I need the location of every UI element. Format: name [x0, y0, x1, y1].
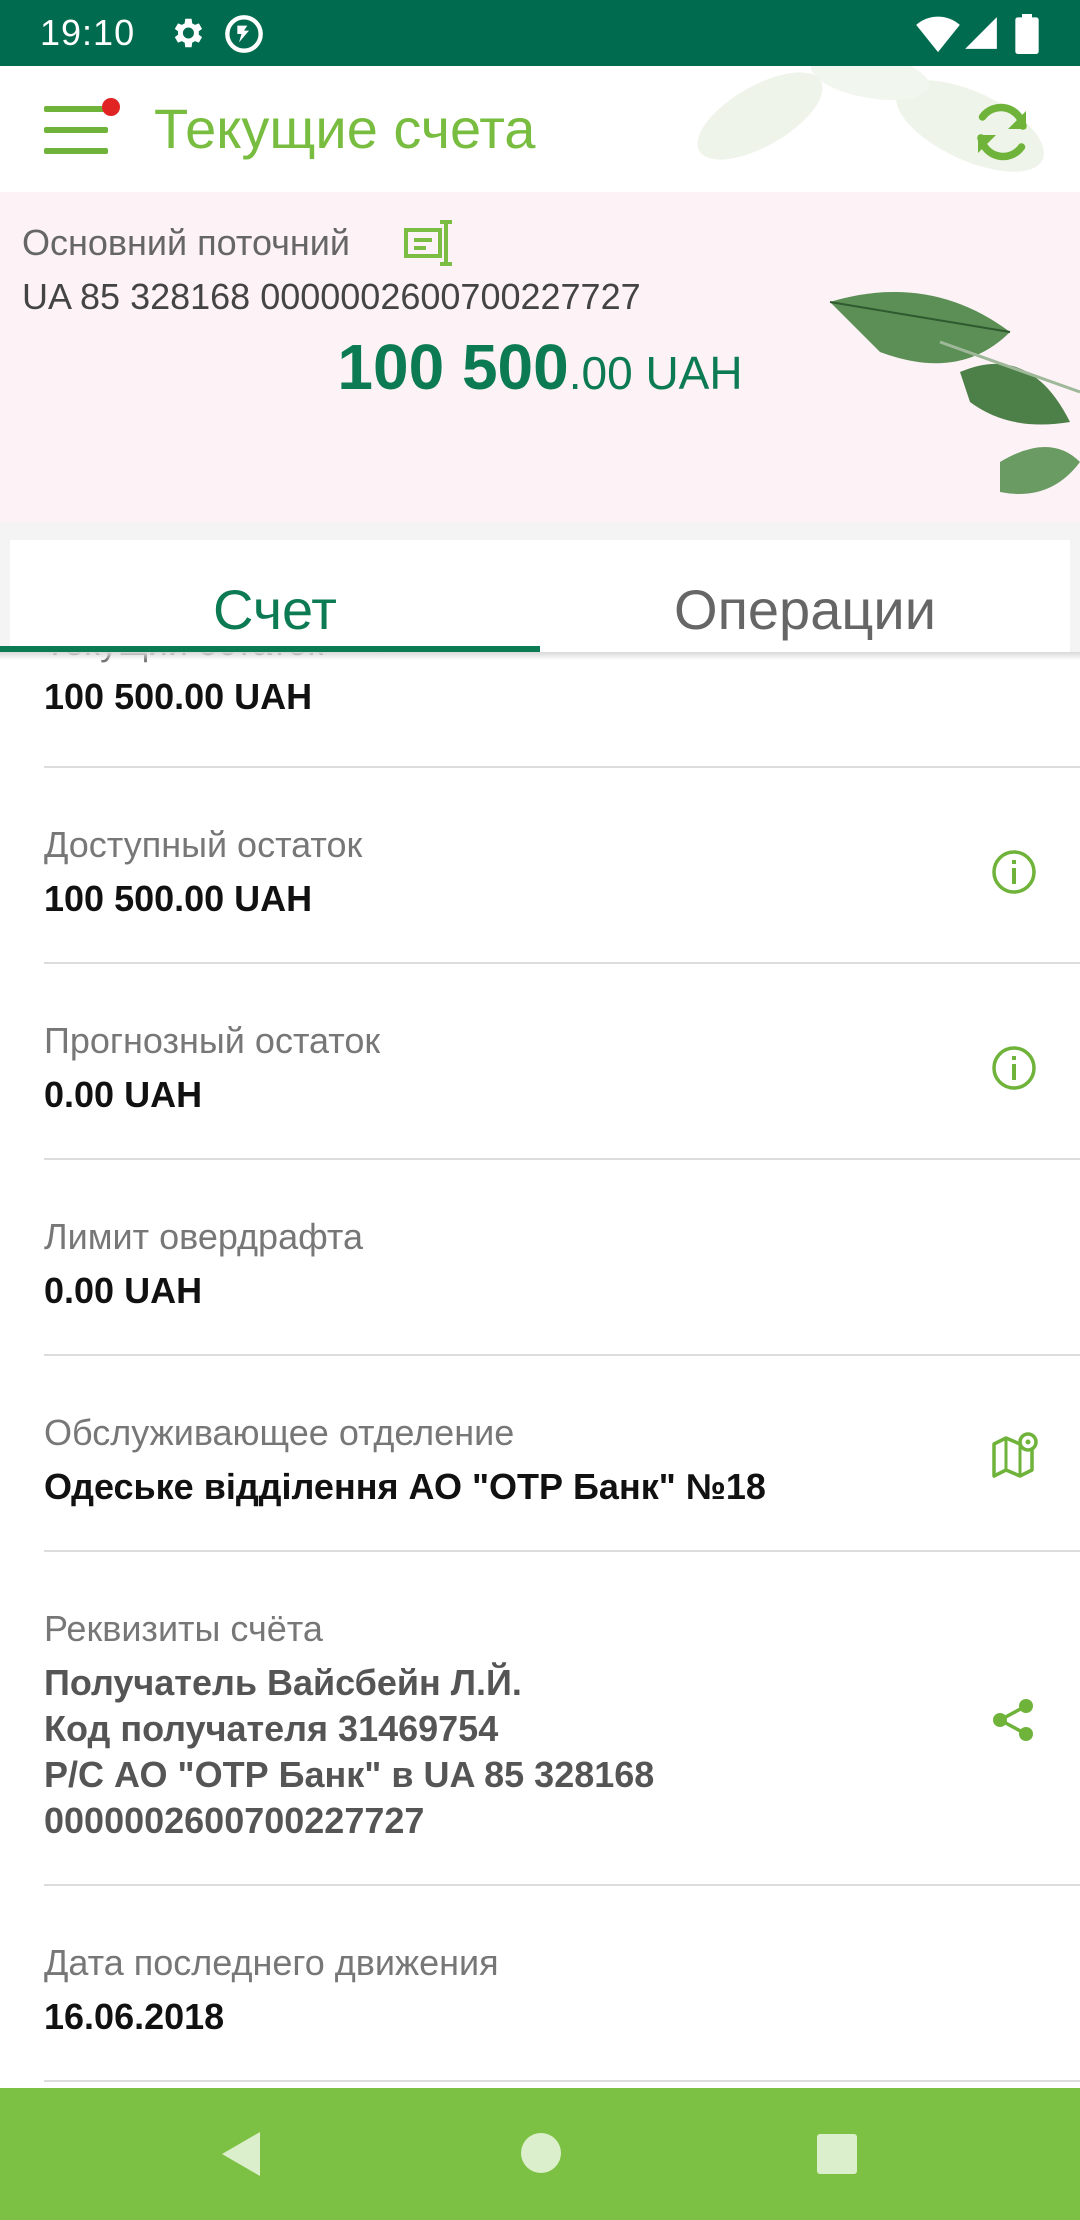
page-title: Текущие счета [154, 97, 536, 160]
detail-label: Доступный остаток [44, 824, 363, 865]
balance-minor: .00 UAH [568, 347, 743, 399]
tab-container: Счет Операции [10, 540, 1070, 652]
requisites-line: Р/С АО "ОТР Банк" в UA 85 328168 [44, 1754, 655, 1795]
detail-label: Лимит овердрафта [44, 1216, 364, 1257]
refresh-icon[interactable] [966, 96, 1038, 168]
detail-value: 100 500.00 UAH [44, 676, 313, 717]
info-icon[interactable] [990, 848, 1038, 896]
account-type-icon [404, 220, 452, 266]
signal-icon [965, 17, 997, 49]
divider [44, 1354, 1080, 1356]
map-pin-icon[interactable] [990, 1430, 1040, 1482]
detail-value: 16.06.2018 [44, 1996, 225, 2037]
wifi-icon [916, 16, 960, 53]
tabs-shadow [0, 652, 1080, 660]
divider [44, 1158, 1080, 1160]
back-icon[interactable] [218, 2128, 264, 2180]
detail-value: Одеське відділення АО "ОТР Банк" №18 [44, 1466, 766, 1507]
requisites-line: Код получателя 31469754 [44, 1708, 499, 1749]
divider [44, 962, 1080, 964]
divider [44, 1884, 1080, 1886]
divider [44, 766, 1080, 768]
divider [44, 2080, 1080, 2082]
recent-apps-icon[interactable] [817, 2134, 857, 2174]
menu-bar-line [44, 127, 108, 133]
account-details-list[interactable]: Текущий остаток 100 500.00 UAH Доступный… [0, 652, 1080, 2088]
detail-label: Реквизиты счёта [44, 1608, 323, 1649]
notification-dot [102, 98, 120, 116]
sync-app-icon [225, 15, 263, 53]
status-time: 19:10 [40, 12, 136, 53]
menu-bar-line [44, 148, 108, 154]
account-balance: 100 500.00 UAH [0, 330, 1080, 404]
account-iban: UA 85 328168 0000002600700227727 [22, 276, 641, 317]
detail-label: Прогнозный остаток [44, 1020, 381, 1061]
account-name: Основний поточний [22, 222, 351, 263]
detail-label: Дата последнего движения [44, 1942, 499, 1983]
system-nav-bar [0, 2088, 1080, 2220]
detail-value: 100 500.00 UAH [44, 878, 313, 919]
detail-label: Обслуживающее отделение [44, 1412, 515, 1453]
requisites-line: Получатель Вайсбейн Л.Й. [44, 1662, 522, 1703]
tab-account[interactable]: Счет [10, 540, 540, 652]
requisites-line: 0000002600700227727 [44, 1800, 425, 1841]
requisites-text: Получатель Вайсбейн Л.Й. Код получателя … [44, 1660, 654, 1844]
settings-icon [174, 18, 203, 48]
menu-bar-line [44, 106, 108, 112]
status-bar: 19:10 [0, 0, 1080, 66]
share-icon[interactable] [990, 1696, 1038, 1744]
balance-major: 100 500 [337, 331, 569, 403]
home-icon[interactable] [521, 2133, 561, 2173]
detail-value: 0.00 UAH [44, 1270, 203, 1311]
app-bar: Текущие счета [0, 66, 1080, 192]
account-card[interactable]: Основний поточний UA 85 328168 000000260… [0, 192, 1080, 522]
menu-button[interactable] [42, 98, 120, 160]
detail-value: 0.00 UAH [44, 1074, 203, 1115]
tab-operations[interactable]: Операции [540, 540, 1070, 652]
battery-icon [1015, 14, 1039, 54]
info-icon[interactable] [990, 1044, 1038, 1092]
divider [44, 1550, 1080, 1552]
tab-bar: Счет Операции [0, 522, 1080, 652]
